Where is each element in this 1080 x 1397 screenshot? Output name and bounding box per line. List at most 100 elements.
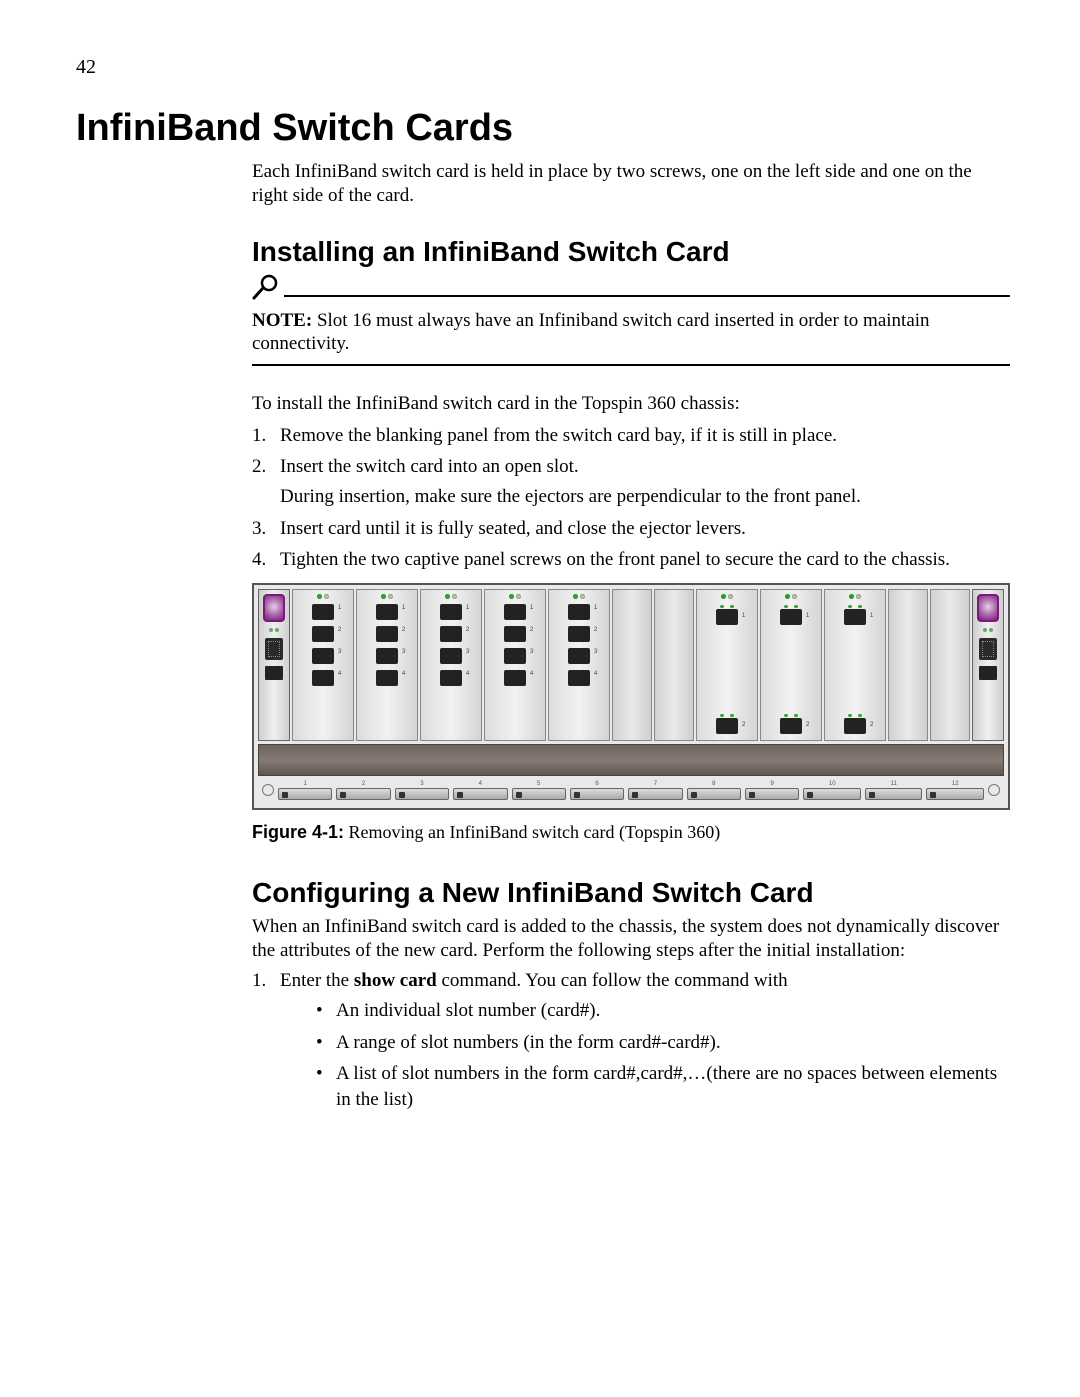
bay-port-number: 7	[654, 781, 657, 787]
show-card-command: show card	[354, 970, 437, 991]
rj-port-icon	[376, 648, 398, 664]
bay-port-icon	[395, 788, 449, 800]
switch-card-slot: 1234	[420, 589, 482, 741]
bay-port-number: 12	[952, 781, 959, 787]
rj-port-icon	[504, 626, 526, 642]
install-steps-list: Remove the blanking panel from the switc…	[252, 423, 1010, 573]
bay-port-unit: 2	[336, 781, 390, 800]
rj-port-icon	[312, 670, 334, 686]
rj-port-icon	[440, 670, 462, 686]
bay-screw-right-icon	[988, 784, 1000, 796]
install-step-1: Remove the blanking panel from the switc…	[252, 423, 1010, 449]
port-number: 1	[466, 605, 469, 611]
bay-port-unit: 5	[512, 781, 566, 800]
configure-lead: When an InfiniBand switch card is added …	[252, 915, 1010, 963]
bay-port-unit: 9	[745, 781, 799, 800]
port-number: 1	[594, 605, 597, 611]
magnifier-icon	[252, 274, 280, 305]
bay-port-number: 1	[304, 781, 307, 787]
chassis-illustration: 12341234123412341234121212 1234567891011…	[252, 583, 1010, 810]
port-number: 2	[806, 722, 809, 728]
port-number: 4	[338, 671, 341, 677]
bay-port-icon	[512, 788, 566, 800]
switch-card-slot: 1234	[484, 589, 546, 741]
figure-label: Figure 4-1:	[252, 822, 344, 842]
rj-port-icon	[376, 670, 398, 686]
figure-caption-text: Removing an InfiniBand switch card (Tops…	[349, 822, 721, 842]
rj-port-icon	[312, 604, 334, 620]
ib-port-icon	[844, 609, 866, 625]
ib-port-icon	[780, 718, 802, 734]
configure-bullet-2: A range of slot numbers (in the form car…	[316, 1030, 1010, 1056]
port-number: 1	[338, 605, 341, 611]
bay-port-icon	[628, 788, 682, 800]
mgmt-eth-port-icon	[265, 666, 283, 680]
rj-port-icon	[504, 670, 526, 686]
port-number: 2	[742, 722, 745, 728]
bay-port-unit: 1	[278, 781, 332, 800]
configure-step-1: Enter the show card command. You can fol…	[252, 968, 1010, 1112]
note-body: Slot 16 must always have an Infiniband s…	[252, 310, 930, 355]
configure-bullet-1: An individual slot number (card#).	[316, 998, 1010, 1024]
port-number: 2	[338, 627, 341, 633]
install-step-text: Tighten the two captive panel screws on …	[280, 549, 950, 570]
bay-port-icon	[278, 788, 332, 800]
page-number: 42	[76, 56, 1010, 79]
slot-leds	[573, 594, 585, 599]
port-number: 2	[466, 627, 469, 633]
intro-paragraph: Each InfiniBand switch card is held in p…	[252, 160, 1010, 208]
rj-port-icon	[504, 648, 526, 664]
ib-port-icon	[844, 718, 866, 734]
install-step-text: Remove the blanking panel from the switc…	[280, 425, 837, 446]
port-number: 1	[806, 613, 809, 619]
slot-leds	[785, 594, 797, 599]
mgmt-serial-port-icon	[265, 638, 283, 660]
mgmt-eth-port-icon	[979, 666, 997, 680]
mgmt-module-icon	[263, 594, 285, 622]
slot-leds	[317, 594, 329, 599]
rj-port-icon	[440, 604, 462, 620]
rj-port-icon	[568, 626, 590, 642]
chassis-midplane	[258, 744, 1004, 776]
rj-port-icon	[568, 604, 590, 620]
bay-port-number: 5	[537, 781, 540, 787]
empty-slot	[930, 589, 970, 741]
configure-steps-list: Enter the show card command. You can fol…	[252, 968, 1010, 1112]
configure-bullets: An individual slot number (card#). A rang…	[280, 998, 1010, 1113]
rj-port-icon	[440, 626, 462, 642]
switch-card-slot-dual: 12	[824, 589, 886, 741]
page: 42 InfiniBand Switch Cards Each InfiniBa…	[0, 0, 1080, 1397]
slot-leds	[381, 594, 393, 599]
bay-port-number: 9	[771, 781, 774, 787]
ib-port-icon	[716, 718, 738, 734]
mgmt-slot	[258, 589, 290, 741]
port-number: 3	[594, 649, 597, 655]
bay-port-number: 11	[891, 781, 897, 787]
install-step-2: Insert the switch card into an open slot…	[252, 454, 1010, 509]
port-number: 1	[530, 605, 533, 611]
bay-port-unit: 3	[395, 781, 449, 800]
section-configuring-title: Configuring a New InfiniBand Switch Card	[252, 877, 1010, 909]
rj-port-icon	[504, 604, 526, 620]
bay-port-number: 4	[479, 781, 482, 787]
bay-port-number: 10	[829, 781, 836, 787]
bay-port-icon	[453, 788, 507, 800]
section-installing-title: Installing an InfiniBand Switch Card	[252, 236, 1010, 268]
rj-port-icon	[440, 648, 462, 664]
bay-port-number: 2	[362, 781, 365, 787]
bay-port-unit: 12	[926, 781, 984, 800]
mgmt-slot	[972, 589, 1004, 741]
bay-port-unit: 6	[570, 781, 624, 800]
bay-port-unit: 11	[865, 781, 922, 800]
bay-port-icon	[926, 788, 984, 800]
rj-port-icon	[376, 604, 398, 620]
content-column: Each InfiniBand switch card is held in p…	[252, 160, 1010, 1113]
bay-port-icon	[745, 788, 799, 800]
bay-port-number: 8	[712, 781, 715, 787]
rj-port-icon	[312, 626, 334, 642]
note-text: NOTE: Slot 16 must always have an Infini…	[252, 309, 1010, 357]
switch-card-slot: 1234	[548, 589, 610, 741]
port-number: 1	[742, 613, 745, 619]
switch-card-slot-dual: 12	[696, 589, 758, 741]
port-number: 2	[870, 722, 873, 728]
